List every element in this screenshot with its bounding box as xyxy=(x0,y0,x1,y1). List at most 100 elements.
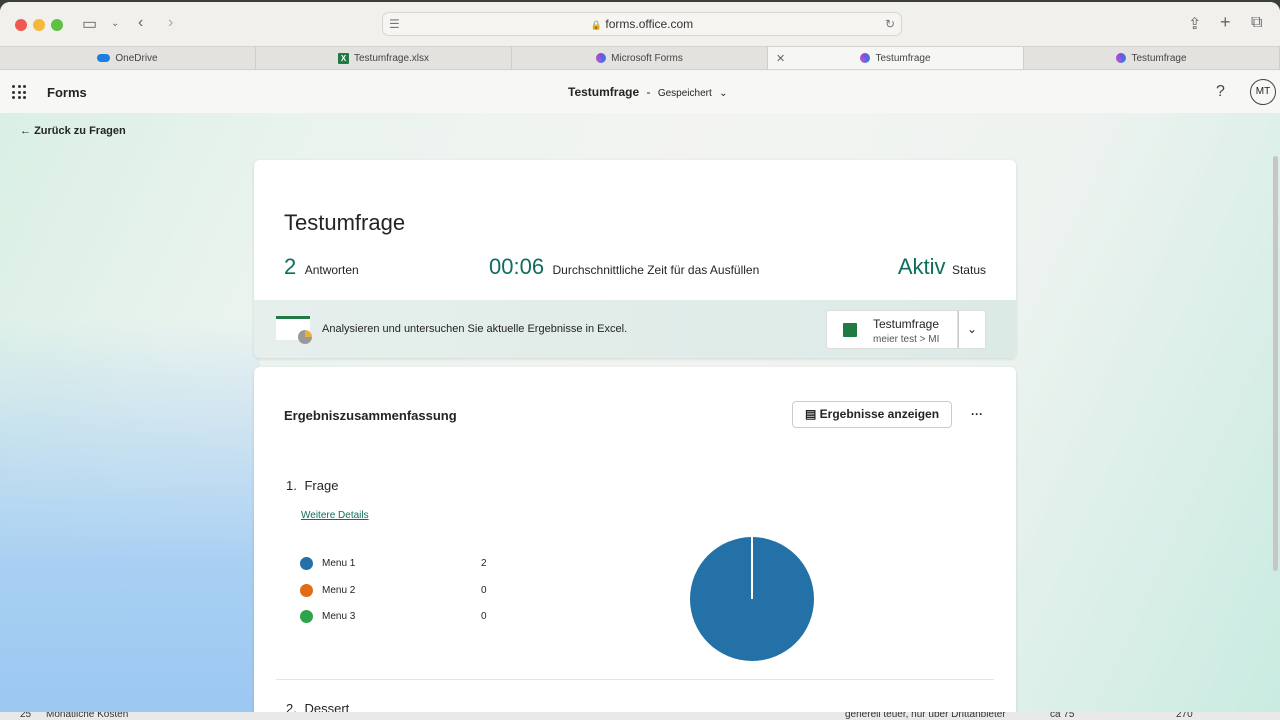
tab-label: Testumfrage.xlsx xyxy=(353,52,430,64)
share-icon[interactable]: ⇪ xyxy=(1188,14,1201,34)
excel-banner-text: Analysieren und untersuchen Sie aktuelle… xyxy=(322,323,628,335)
legend-count: 2 xyxy=(481,558,487,569)
separator: - xyxy=(646,85,651,99)
close-window-button[interactable] xyxy=(15,19,27,31)
excel-banner: Analysieren und untersuchen Sie aktuelle… xyxy=(254,300,1016,358)
forward-icon[interactable]: › xyxy=(168,14,173,32)
background-spreadsheet-row: 25 Monatliche Kosten generell teuer, nur… xyxy=(0,712,1280,720)
legend-swatch xyxy=(300,610,313,623)
legend-count: 0 xyxy=(481,611,487,622)
minimize-window-button[interactable] xyxy=(33,19,45,31)
close-tab-icon[interactable]: ✕ xyxy=(776,52,785,65)
legend-swatch xyxy=(300,557,313,570)
tab-testumfrage[interactable]: Testumfrage xyxy=(1024,47,1280,69)
avatar[interactable]: MT xyxy=(1250,79,1276,105)
back-link-label: Zurück zu Fragen xyxy=(34,125,126,137)
maximize-window-button[interactable] xyxy=(51,19,63,31)
results-heading: Ergebniszusammenfassung xyxy=(284,408,457,423)
excel-analysis-icon xyxy=(276,316,312,344)
more-details-link[interactable]: Weitere Details xyxy=(301,510,369,521)
page-settings-icon[interactable]: ☰ xyxy=(389,13,400,35)
chevron-down-icon: ⌄ xyxy=(719,88,728,99)
summary-card: Testumfrage 2 Antworten 00:06 Durchschni… xyxy=(254,160,1016,358)
forms-page: Forms Testumfrage - Gespeichert ⌄ ? MT ←… xyxy=(0,71,1280,714)
app-launcher-icon[interactable] xyxy=(12,85,26,99)
legend-swatch xyxy=(300,583,313,597)
tab-label: Testumfrage xyxy=(1131,52,1187,64)
form-title-heading: Testumfrage xyxy=(284,210,406,235)
avg-time-value: 00:06 xyxy=(489,254,545,279)
status-label: Status xyxy=(951,263,986,277)
responses-stat: 2 Antworten xyxy=(284,254,359,280)
address-bar[interactable]: 🔒 forms.office.com ↻ ☰ xyxy=(382,12,902,36)
excel-file-name: Testumfrage xyxy=(873,317,940,331)
row-value: 270 xyxy=(1176,712,1193,720)
tab-testumfrage-active[interactable]: ✕ Testumfrage xyxy=(768,47,1024,69)
responses-label: Antworten xyxy=(304,263,359,277)
pie-chart xyxy=(690,537,814,661)
more-options-icon[interactable]: ··· xyxy=(971,407,983,421)
page-scrollbar[interactable] xyxy=(1273,156,1278,571)
question-text: Frage xyxy=(304,478,339,493)
new-tab-icon[interactable]: + xyxy=(1220,12,1231,33)
tab-excel[interactable]: X Testumfrage.xlsx xyxy=(256,47,512,69)
help-icon[interactable]: ? xyxy=(1216,83,1225,101)
app-header: Forms Testumfrage - Gespeichert ⌄ ? MT xyxy=(0,71,1280,113)
legend-count: 0 xyxy=(481,584,487,596)
onedrive-icon xyxy=(97,54,111,62)
row-label: Monatliche Kosten xyxy=(46,712,129,720)
legend-item: Menu 1 2 xyxy=(300,557,500,584)
url-text: forms.office.com xyxy=(605,17,694,31)
row-value: ca 75 xyxy=(1050,712,1075,720)
chevron-down-icon[interactable]: ⌄ xyxy=(111,18,119,29)
form-title: Testumfrage xyxy=(568,85,640,99)
back-icon[interactable]: ‹ xyxy=(138,14,143,32)
view-results-button[interactable]: ▤ Ergebnisse anzeigen xyxy=(792,401,952,428)
back-to-questions-link[interactable]: ← Zurück zu Fragen xyxy=(20,125,126,137)
tab-onedrive[interactable]: OneDrive xyxy=(0,47,256,69)
legend-label: Menu 3 xyxy=(322,611,356,622)
arrow-left-icon: ← xyxy=(20,125,31,137)
legend-item: Menu 2 0 xyxy=(300,583,500,611)
forms-icon xyxy=(860,53,871,63)
lock-icon: 🔒 xyxy=(590,20,603,30)
tab-microsoft-forms[interactable]: Microsoft Forms xyxy=(512,47,768,69)
tab-label: OneDrive xyxy=(115,52,158,64)
document-list-icon: ▤ xyxy=(804,407,817,421)
browser-toolbar: ▭ ⌄ ‹ › 🔒 forms.office.com ↻ ☰ ⇪ + ⧉ xyxy=(0,2,1280,46)
browser-window: ▭ ⌄ ‹ › 🔒 forms.office.com ↻ ☰ ⇪ + ⧉ OneDr… xyxy=(0,2,1280,714)
excel-file-path: meier test > MI xyxy=(873,334,940,345)
form-title-menu[interactable]: Testumfrage - Gespeichert ⌄ xyxy=(568,85,727,99)
avg-time-label: Durchschnittliche Zeit für das Ausfüllen xyxy=(552,263,760,277)
excel-icon xyxy=(843,323,857,337)
tab-label: Microsoft Forms xyxy=(611,52,683,64)
excel-options-dropdown[interactable]: ⌄ xyxy=(958,310,986,349)
legend-item: Menu 3 0 xyxy=(300,610,500,637)
legend-label: Menu 2 xyxy=(322,584,356,596)
responses-count: 2 xyxy=(284,254,297,279)
tab-overview-icon[interactable]: ⧉ xyxy=(1251,14,1262,32)
tab-bar: OneDrive X Testumfrage.xlsx Microsoft For… xyxy=(0,46,1280,70)
app-name[interactable]: Forms xyxy=(47,85,87,100)
tab-label: Testumfrage xyxy=(875,52,931,64)
row-note: generell teuer, nur über Drittanbieter xyxy=(845,712,1006,720)
forms-icon xyxy=(596,53,607,63)
chart-legend: Menu 1 2 Menu 2 0 Menu 3 0 xyxy=(300,557,500,637)
view-results-label: Ergebnisse anzeigen xyxy=(819,407,940,421)
chevron-down-icon: ⌄ xyxy=(966,322,978,336)
save-status: Gespeichert xyxy=(657,88,712,99)
avg-time-stat: 00:06 Durchschnittliche Zeit für das Aus… xyxy=(489,254,759,280)
status-value: Aktiv xyxy=(897,254,946,279)
sidebar-icon[interactable]: ▭ xyxy=(82,14,97,34)
question-1-title: 1. Frage xyxy=(286,478,338,493)
reload-icon[interactable]: ↻ xyxy=(885,13,895,35)
divider xyxy=(276,679,994,680)
question-number: 1. xyxy=(286,478,297,493)
forms-icon xyxy=(1116,53,1127,63)
status-stat: Aktiv Status xyxy=(898,254,986,280)
legend-label: Menu 1 xyxy=(322,558,356,569)
open-in-excel-button[interactable]: Testumfrage meier test > MI xyxy=(826,310,958,349)
excel-icon: X xyxy=(337,52,349,64)
results-card: Ergebniszusammenfassung ▤ Ergebnisse anz… xyxy=(254,367,1016,714)
row-number: 25 xyxy=(20,712,32,720)
